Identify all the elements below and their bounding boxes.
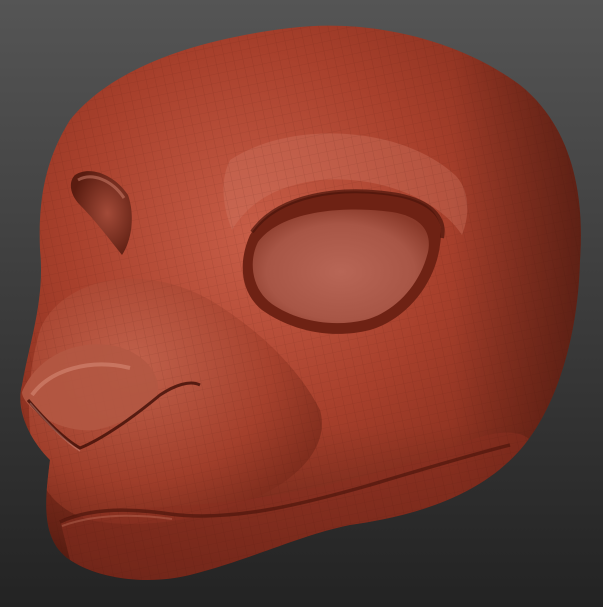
sculpt-viewport[interactable] xyxy=(0,0,603,607)
head-model-render xyxy=(20,25,581,581)
